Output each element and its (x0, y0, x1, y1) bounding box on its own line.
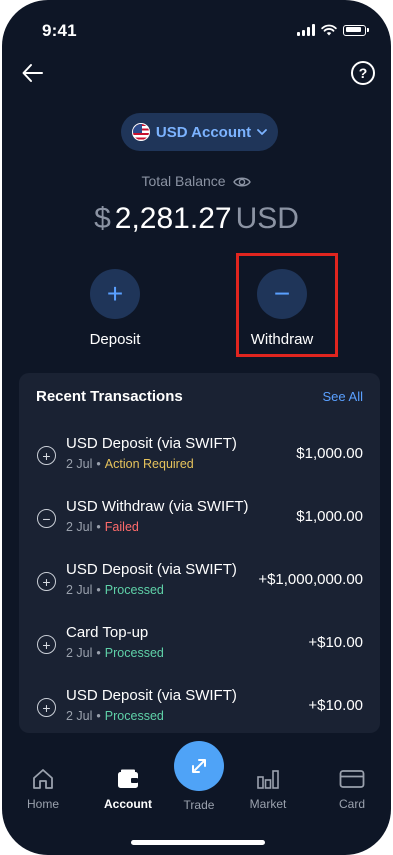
transaction-meta: 2 Jul • Failed (66, 520, 139, 534)
transaction-row[interactable]: + Card Top-up 2 Jul • Processed +$10.00 (19, 620, 380, 676)
transaction-status: Failed (104, 520, 139, 534)
transaction-date: 2 Jul (66, 520, 93, 534)
plus-circle-icon: + (37, 698, 56, 717)
balance-amount: 2,281.27 (114, 202, 232, 235)
plus-circle-icon: + (37, 635, 56, 654)
account-label: USD Account (155, 123, 252, 141)
tab-account-label: Account (104, 797, 152, 811)
transactions-header: Recent Transactions See All (36, 388, 363, 405)
tab-card[interactable]: Card (322, 767, 382, 811)
transaction-meta: 2 Jul • Processed (66, 583, 164, 597)
plus-circle-icon: + (37, 572, 56, 591)
transaction-name: USD Withdraw (via SWIFT) (66, 498, 249, 515)
transaction-amount: $1,000.00 (296, 445, 363, 462)
deposit-label: Deposit (89, 331, 141, 348)
tab-card-label: Card (338, 797, 365, 811)
trade-button[interactable] (174, 741, 224, 791)
card-icon (339, 770, 365, 788)
signal-icon (297, 24, 315, 36)
transaction-meta: 2 Jul • Processed (66, 646, 164, 660)
tab-market[interactable]: Market (238, 767, 298, 811)
wifi-icon (321, 24, 337, 36)
home-icon (33, 769, 53, 789)
trade-arrows-icon (192, 759, 206, 773)
home-indicator (131, 840, 265, 845)
battery-cap (367, 28, 369, 32)
transaction-status: Processed (104, 583, 164, 597)
wallet-icon (118, 769, 138, 788)
chevron-down-icon (257, 129, 268, 135)
tab-home-label: Home (26, 797, 59, 811)
phone-screen: 9:41 ? USD Account Total Balance $ 2,281… (2, 0, 391, 855)
currency-code: USD (235, 202, 299, 235)
transaction-amount: +$10.00 (308, 697, 363, 714)
plus-circle-icon: + (37, 446, 56, 465)
transaction-status: Processed (104, 646, 164, 660)
help-icon: ? (358, 65, 368, 81)
transaction-amount: +$10.00 (308, 634, 363, 651)
see-all-link[interactable]: See All (323, 389, 363, 404)
transaction-meta: 2 Jul • Processed (66, 709, 164, 723)
help-button[interactable]: ? (351, 61, 375, 85)
tab-account[interactable]: Account (98, 767, 158, 811)
back-arrow-icon[interactable] (20, 60, 46, 86)
eye-icon[interactable] (233, 175, 252, 189)
balance-value: $2,281.27 USD (2, 198, 391, 240)
bar-chart-icon (257, 770, 279, 789)
transaction-row[interactable]: + USD Deposit (via SWIFT) 2 Jul • Action R… (19, 431, 380, 487)
transaction-name: USD Deposit (via SWIFT) (66, 561, 237, 578)
transaction-date: 2 Jul (66, 583, 93, 597)
transaction-status: Action Required (104, 457, 194, 471)
withdraw-label: Withdraw (250, 331, 314, 348)
plus-icon: + (90, 269, 140, 319)
battery-icon (343, 24, 366, 36)
tab-home[interactable]: Home (13, 767, 73, 811)
tab-market-label: Market (249, 797, 287, 811)
transactions-title: Recent Transactions (36, 388, 183, 405)
transaction-name: USD Deposit (via SWIFT) (66, 687, 237, 704)
transaction-row[interactable]: + USD Deposit (via SWIFT) 2 Jul • Processe… (19, 557, 380, 613)
withdraw-button[interactable]: − Withdraw (222, 269, 342, 348)
tab-trade-label: Trade (183, 798, 215, 812)
transaction-meta: 2 Jul • Action Required (66, 457, 194, 471)
account-selector[interactable]: USD Account (121, 113, 278, 151)
transaction-name: USD Deposit (via SWIFT) (66, 435, 237, 452)
transaction-status: Processed (104, 709, 164, 723)
status-time: 9:41 (42, 21, 77, 40)
currency-symbol: $ (94, 202, 111, 235)
transaction-date: 2 Jul (66, 457, 93, 471)
transaction-row[interactable]: − USD Withdraw (via SWIFT) 2 Jul • Failed … (19, 494, 380, 550)
transaction-name: Card Top-up (66, 624, 149, 641)
transaction-date: 2 Jul (66, 709, 93, 723)
recent-transactions-card: Recent Transactions See All + USD Deposi… (19, 373, 380, 733)
transaction-date: 2 Jul (66, 646, 93, 660)
transaction-amount: $1,000.00 (296, 508, 363, 525)
total-balance-label: Total Balance (2, 173, 391, 189)
transaction-amount: +$1,000,000.00 (258, 571, 363, 588)
status-icons (297, 24, 369, 36)
transaction-row[interactable]: + USD Deposit (via SWIFT) 2 Jul • Processe… (19, 683, 380, 739)
minus-icon: − (257, 269, 307, 319)
deposit-button[interactable]: + Deposit (55, 269, 175, 348)
minus-circle-icon: − (37, 509, 56, 528)
us-flag-icon (131, 123, 150, 141)
